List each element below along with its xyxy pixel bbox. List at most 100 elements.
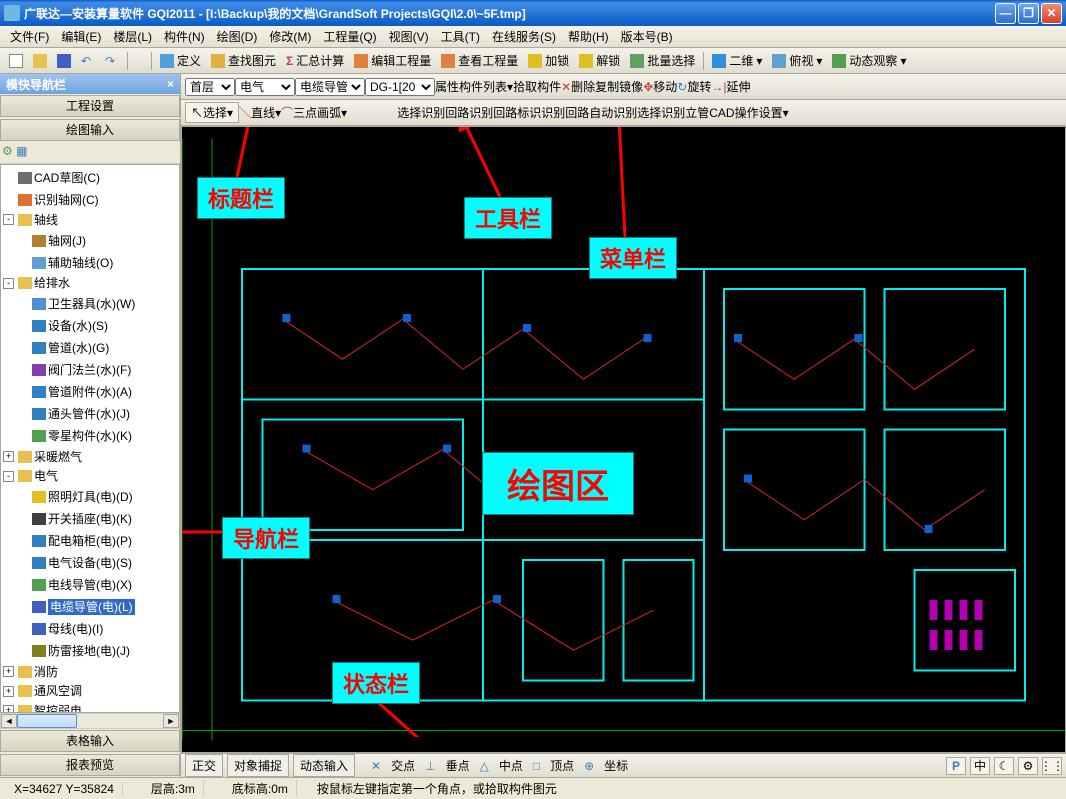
loop-recognize-button[interactable]: 回路识别 — [445, 104, 493, 121]
intersection-icon[interactable]: ✕ — [371, 759, 381, 773]
ime-icon[interactable]: 中 — [970, 757, 990, 775]
menu-tool[interactable]: 工具(T) — [435, 26, 486, 47]
menu-floor[interactable]: 楼层(L) — [107, 26, 158, 47]
sidebar-tab-table[interactable]: 表格输入 — [0, 730, 180, 752]
unlock-button[interactable]: 解锁 — [575, 50, 624, 71]
item-select[interactable]: DG-1[20 2 — [365, 78, 435, 96]
expand-icon[interactable]: + — [3, 686, 14, 697]
open-button[interactable] — [29, 52, 51, 70]
tree-node[interactable]: 卫生器具(水)(W) — [17, 296, 135, 312]
cad-settings-button[interactable]: CAD操作设置▾ — [709, 104, 788, 121]
menu-file[interactable]: 文件(F) — [4, 26, 55, 47]
tree-node[interactable]: 管道(水)(G) — [17, 340, 109, 356]
menu-view[interactable]: 视图(V) — [383, 26, 435, 47]
define-button[interactable]: 定义 — [156, 50, 205, 71]
expand-icon[interactable]: - — [3, 278, 14, 289]
tree-node[interactable]: -轴线 — [3, 212, 58, 228]
pick-button[interactable]: 拾取构件 — [513, 78, 561, 95]
menu-draw[interactable]: 绘图(D) — [211, 26, 264, 47]
tree-node[interactable]: 辅助轴线(O) — [17, 255, 113, 271]
copy-button[interactable]: 复制 — [595, 78, 619, 95]
minimize-button[interactable]: — — [995, 3, 1016, 24]
sum-button[interactable]: Σ汇总计算 — [282, 50, 348, 71]
tree-node[interactable]: -给排水 — [3, 275, 70, 291]
move-button[interactable]: ✥移动 — [643, 78, 677, 95]
tree-node[interactable]: 防雷接地(电)(J) — [17, 643, 130, 659]
sidebar-tab-draw[interactable]: 绘图输入 — [0, 119, 180, 141]
coord-label[interactable]: 坐标 — [598, 755, 634, 776]
arc-tool-button[interactable]: ⌒三点画弧▾ — [281, 104, 347, 121]
ortho-toggle[interactable]: 正交 — [185, 754, 223, 777]
midpoint-label[interactable]: 中点 — [493, 755, 529, 776]
vertex-label[interactable]: 顶点 — [544, 755, 580, 776]
tree-node[interactable]: +消防 — [3, 664, 58, 680]
sidebar-tab-report[interactable]: 报表预览 — [0, 754, 180, 776]
find-button[interactable]: 查找图元 — [207, 50, 280, 71]
vertex-icon[interactable]: □ — [533, 759, 540, 773]
dyn-view-button[interactable]: 动态观察▾ — [828, 50, 910, 71]
line-tool-button[interactable]: ╲直线▾ — [239, 104, 281, 121]
moon-icon[interactable]: ☾ — [994, 757, 1014, 775]
type-select[interactable]: 电缆导管 — [295, 78, 365, 96]
batch-select-button[interactable]: 批量选择 — [626, 50, 699, 71]
tree-node[interactable]: CAD草图(C) — [3, 170, 100, 186]
menu-online[interactable]: 在线服务(S) — [486, 26, 562, 47]
pan-icon[interactable]: P — [946, 757, 966, 775]
tree-node[interactable]: 配电箱柜(电)(P) — [17, 533, 132, 549]
extend-button[interactable]: →|延伸 — [711, 78, 750, 95]
tree-node[interactable]: 开关插座(电)(K) — [17, 511, 132, 527]
tree-node[interactable]: +采暖燃气 — [3, 449, 82, 465]
new-button[interactable] — [5, 52, 27, 70]
category-select[interactable]: 电气 — [235, 78, 295, 96]
tree-node[interactable]: 零星构件(水)(K) — [17, 428, 132, 444]
tree-node[interactable]: 母线(电)(I) — [17, 621, 103, 637]
close-button[interactable]: ✕ — [1041, 3, 1062, 24]
expand-icon[interactable]: - — [3, 214, 14, 225]
tree-chart-icon[interactable]: ▦ — [16, 144, 27, 158]
save-button[interactable] — [53, 52, 75, 70]
menu-component[interactable]: 构件(N) — [158, 26, 211, 47]
expand-icon[interactable]: + — [3, 666, 14, 677]
component-tree[interactable]: CAD草图(C) 识别轴网(C) -轴线轴网(J) 辅助轴线(O) -给排水卫生器具(水… — [0, 164, 180, 713]
tree-node[interactable]: +通风空调 — [3, 683, 82, 699]
tree-node[interactable]: 设备(水)(S) — [17, 318, 108, 334]
coord-icon[interactable]: ⊕ — [584, 759, 594, 773]
midpoint-icon[interactable]: △ — [480, 759, 489, 773]
tree-config-icon[interactable]: ⚙ — [2, 144, 13, 158]
snap-toggle[interactable]: 对象捕捉 — [227, 754, 289, 777]
pipe-recognize-button[interactable]: 选择识别立管 — [637, 104, 709, 121]
expand-icon[interactable]: + — [3, 451, 14, 462]
select-recognize-button[interactable]: 选择识别 — [397, 104, 445, 121]
tree-node[interactable]: 识别轴网(C) — [3, 192, 99, 208]
rotate-button[interactable]: ↻旋转 — [677, 78, 711, 95]
tree-node[interactable]: 管道附件(水)(A) — [17, 384, 132, 400]
sidebar-close-icon[interactable]: × — [167, 77, 174, 91]
drawing-canvas[interactable]: 标题栏 工具栏 菜单栏 导航栏 绘图区 状态栏 — [181, 126, 1066, 753]
properties-button[interactable]: 属性 — [435, 78, 459, 95]
lock-button[interactable]: 加锁 — [524, 50, 573, 71]
dyn-input-toggle[interactable]: 动态输入 — [293, 754, 355, 777]
redo-button[interactable]: ↷ — [101, 52, 123, 70]
edit-quantity-button[interactable]: 编辑工程量 — [350, 50, 435, 71]
expand-icon[interactable]: - — [3, 471, 14, 482]
menu-version[interactable]: 版本号(B) — [615, 26, 679, 47]
loop-mark-button[interactable]: 回路标识识别 — [493, 104, 565, 121]
menu-edit[interactable]: 编辑(E) — [55, 26, 107, 47]
tree-node[interactable]: 轴网(J) — [17, 233, 86, 249]
tree-node[interactable]: 阀门法兰(水)(F) — [17, 362, 131, 378]
tree-node[interactable]: 通头管件(水)(J) — [17, 406, 130, 422]
gear-icon[interactable]: ⚙ — [1018, 757, 1038, 775]
tree-node[interactable]: +智控弱电 — [3, 703, 82, 714]
grip-icon[interactable]: ⋮⋮ — [1042, 757, 1062, 775]
tree-node[interactable]: 电线导管(电)(X) — [17, 577, 132, 593]
menu-help[interactable]: 帮助(H) — [562, 26, 615, 47]
sidebar-tab-settings[interactable]: 工程设置 — [0, 95, 180, 117]
mirror-button[interactable]: 镜像 — [619, 78, 643, 95]
component-list-button[interactable]: 构件列表▾ — [459, 78, 513, 95]
intersection-label[interactable]: 交点 — [385, 755, 421, 776]
view-quantity-button[interactable]: 查看工程量 — [437, 50, 522, 71]
menu-quantity[interactable]: 工程量(Q) — [317, 26, 382, 47]
select-tool-button[interactable]: ↖选择▾ — [185, 102, 239, 123]
menu-modify[interactable]: 修改(M) — [263, 26, 317, 47]
tree-node[interactable]: 电缆导管(电)(L) — [17, 599, 135, 615]
